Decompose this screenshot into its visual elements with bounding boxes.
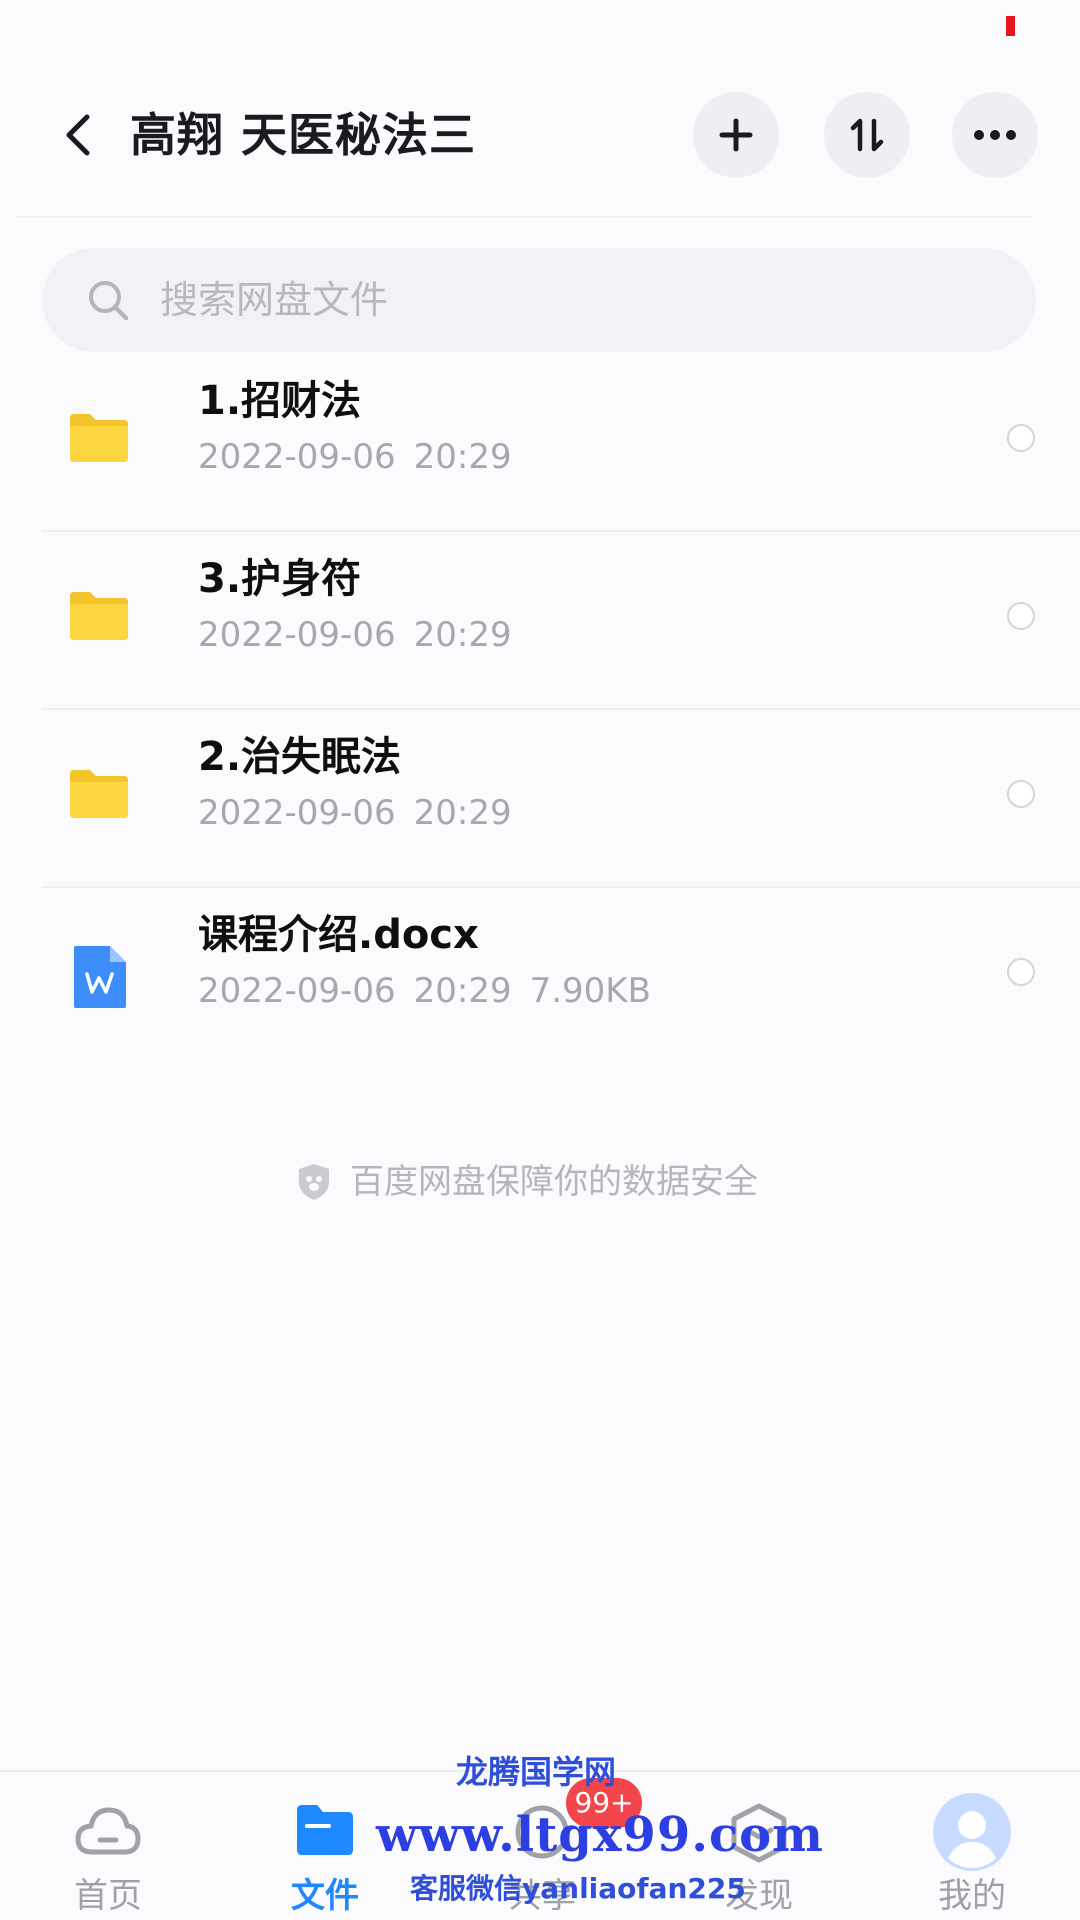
header-divider (16, 216, 1032, 218)
file-date: 2022-09-06 (198, 793, 396, 833)
file-meta: 2022-09-06 20:29 7.90KB (198, 970, 651, 1012)
watermark-contact: 客服微信yanliaofan225 (410, 1872, 746, 1905)
file-name: 2.治失眠法 (198, 734, 402, 780)
file-meta: 2022-09-06 20:29 (198, 614, 512, 656)
nav-home[interactable]: 首页 (33, 1772, 183, 1920)
search-icon (89, 281, 129, 321)
nav-me[interactable]: 我的 (897, 1772, 1047, 1920)
more-button[interactable] (952, 92, 1038, 178)
file-time: 20:29 (413, 971, 512, 1011)
folder-icon (297, 1805, 353, 1855)
file-row-folder[interactable]: 2.治失眠法 2022-09-06 20:29 (0, 710, 1080, 888)
watermark-url: www.ltgx99.com (376, 1807, 824, 1863)
select-checkbox[interactable] (1007, 424, 1035, 452)
nav-me-label: 我的 (938, 1876, 1006, 1916)
watermark-site-name: 龙腾国学网 (456, 1753, 617, 1791)
chevron-left-icon (66, 114, 90, 156)
file-meta: 2022-09-06 20:29 (198, 436, 512, 478)
page-title: 高翔 天医秘法三 (130, 108, 477, 162)
file-size: 7.90KB (529, 971, 651, 1011)
file-time: 20:29 (413, 793, 512, 833)
file-name: 1.招财法 (198, 378, 362, 424)
sort-button[interactable] (824, 92, 910, 178)
file-time: 20:29 (413, 437, 512, 477)
folder-icon (70, 592, 128, 640)
add-button[interactable] (693, 92, 779, 178)
plus-icon (719, 118, 753, 152)
folder-icon (70, 770, 128, 818)
file-date: 2022-09-06 (198, 615, 396, 655)
nav-files-label: 文件 (291, 1876, 359, 1916)
file-date: 2022-09-06 (198, 437, 396, 477)
select-checkbox[interactable] (1007, 780, 1035, 808)
file-name: 3.护身符 (198, 556, 362, 602)
ellipsis-icon (974, 130, 1016, 140)
file-time: 20:29 (413, 615, 512, 655)
file-row-folder[interactable]: 1.招财法 2022-09-06 20:29 (0, 354, 1080, 532)
shield-icon (299, 1164, 329, 1200)
file-row-folder[interactable]: 3.护身符 2022-09-06 20:29 (0, 532, 1080, 710)
word-document-icon (74, 946, 126, 1008)
cloud-icon (75, 1807, 141, 1855)
nav-home-label: 首页 (74, 1876, 142, 1916)
folder-icon (70, 414, 128, 462)
security-note-text: 百度网盘保障你的数据安全 (350, 1162, 758, 1202)
security-note: 百度网盘保障你的数据安全 (296, 1160, 758, 1204)
select-checkbox[interactable] (1007, 602, 1035, 630)
file-date: 2022-09-06 (198, 971, 396, 1011)
select-checkbox[interactable] (1007, 958, 1035, 986)
status-indicator (1006, 16, 1015, 36)
file-row-document[interactable]: 课程介绍.docx 2022-09-06 20:29 7.90KB (0, 888, 1080, 1066)
search-placeholder: 搜索网盘文件 (160, 278, 389, 322)
search-input[interactable]: 搜索网盘文件 (42, 248, 1036, 352)
top-bar: 高翔 天医秘法三 (0, 80, 1080, 190)
sort-icon (850, 118, 884, 152)
file-meta: 2022-09-06 20:29 (198, 792, 512, 834)
avatar-icon (933, 1793, 1011, 1871)
file-name: 课程介绍.docx (198, 912, 479, 958)
back-button[interactable] (48, 105, 108, 165)
